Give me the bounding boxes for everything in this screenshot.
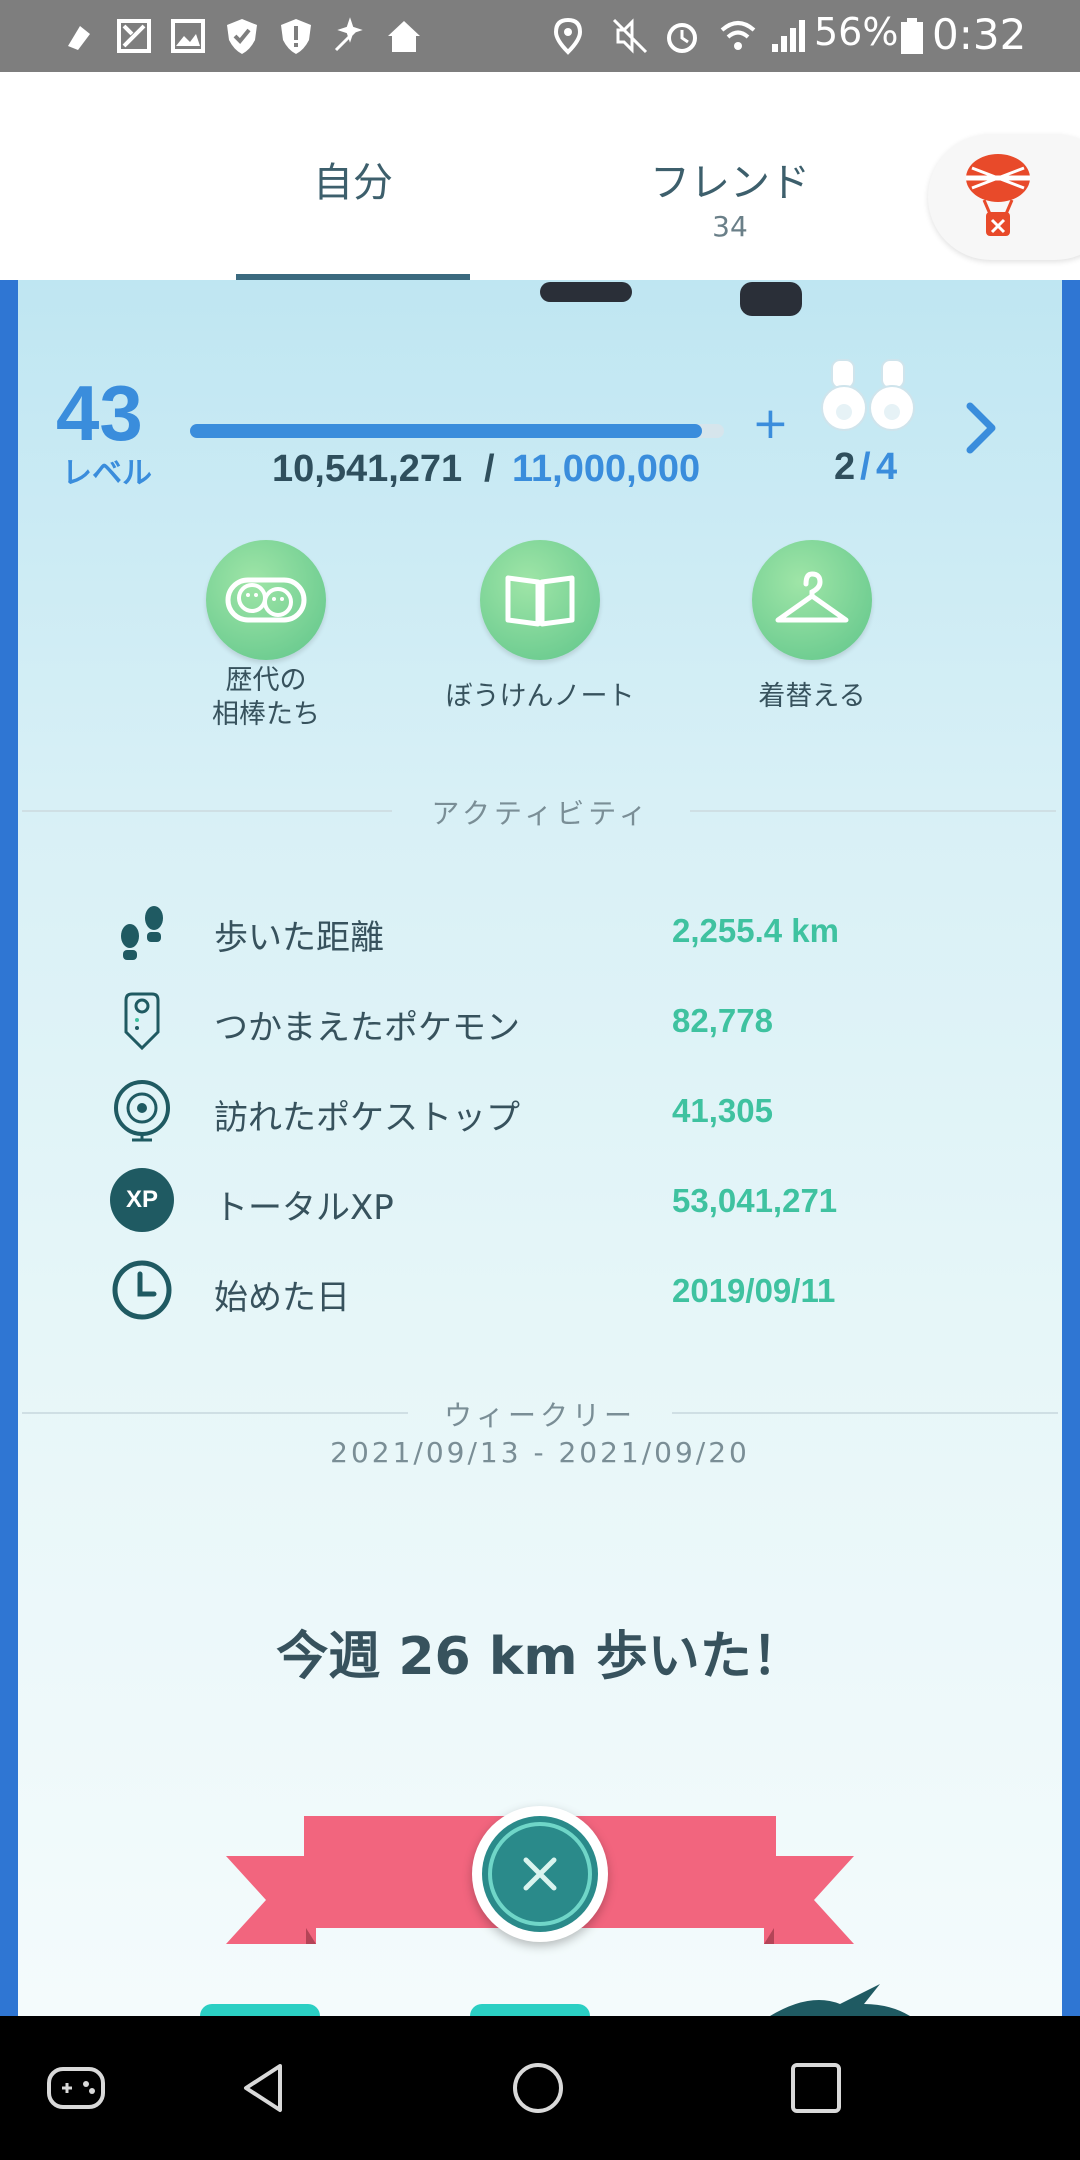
status-bar: 56% 0:32 xyxy=(0,0,1080,72)
buddy-history-label: 歴代の 相棒たち xyxy=(166,664,366,732)
tab-friends[interactable]: フレンド 34 xyxy=(620,72,840,280)
home-button-icon[interactable] xyxy=(510,2060,566,2116)
stat-value-distance: 2,255.4 km xyxy=(672,912,839,949)
journal-button[interactable] xyxy=(480,540,600,660)
xp-progress-fill xyxy=(190,424,702,438)
divider xyxy=(690,810,1056,812)
binoculars-current: 2 xyxy=(834,446,856,488)
weekly-reward-item xyxy=(470,2004,590,2016)
shield-alert-icon xyxy=(281,19,311,54)
level-number: 43 xyxy=(56,369,143,457)
level-label: レベル xyxy=(62,456,152,491)
card-frame-right xyxy=(1062,280,1080,2016)
gamepad-icon[interactable] xyxy=(46,2066,106,2110)
clock: 0:32 xyxy=(932,10,1027,59)
clock-icon xyxy=(112,1260,172,1320)
sparkle-icon xyxy=(334,17,363,52)
weekly-reward-item xyxy=(200,2004,320,2016)
buddies-icon xyxy=(225,577,307,623)
binoculars-icon[interactable] xyxy=(820,356,916,436)
stat-value-start-date: 2019/09/11 xyxy=(672,1272,836,1309)
divider xyxy=(22,810,392,812)
xp-icon: XP xyxy=(110,1168,174,1232)
location-icon xyxy=(553,17,583,55)
stat-label-pokestops: 訪れたポケストップ xyxy=(214,1098,520,1138)
xp-separator: / xyxy=(484,448,495,490)
balloon-button[interactable] xyxy=(928,134,1080,260)
avatar-right-shoe xyxy=(740,282,802,316)
tab-friends-label: フレンド xyxy=(650,160,810,206)
stat-label-distance: 歩いた距離 xyxy=(214,918,384,958)
system-nav-bar xyxy=(0,2016,1080,2160)
footprints-icon xyxy=(121,906,163,960)
pokedex-device-icon xyxy=(124,992,160,1051)
binoculars-separator: / xyxy=(860,446,871,488)
stat-label-total-xp: トータルXP xyxy=(214,1188,394,1228)
weekly-section-title: ウィークリー xyxy=(443,1399,636,1432)
stat-value-total-xp: 53,041,271 xyxy=(672,1182,838,1219)
mute-icon xyxy=(612,18,648,54)
shield-check-icon xyxy=(227,19,257,54)
back-icon[interactable] xyxy=(236,2060,292,2116)
tab-header: 自分 フレンド 34 xyxy=(0,72,1080,280)
binoculars-total: 4 xyxy=(876,446,898,488)
buddy-history-label-line1: 歴代の xyxy=(225,665,307,696)
stat-value-caught: 82,778 xyxy=(672,1002,773,1039)
buddy-history-button[interactable] xyxy=(206,540,326,660)
wifi-icon xyxy=(720,21,756,50)
xp-required: 11,000,000 xyxy=(512,448,701,490)
image-x-icon xyxy=(117,19,151,53)
hanger-icon xyxy=(775,571,849,623)
stat-label-start-date: 始めた日 xyxy=(214,1278,350,1318)
weekly-distance-headline: 今週 26 km 歩いた！ xyxy=(276,1627,804,1687)
divider xyxy=(672,1412,1058,1414)
stat-label-caught: つかまえたポケモン xyxy=(214,1008,520,1048)
stat-value-pokestops: 41,305 xyxy=(672,1092,773,1129)
style-button[interactable] xyxy=(752,540,872,660)
tab-self-label: 自分 xyxy=(313,160,393,206)
avatar-left-shoe xyxy=(540,282,632,302)
activity-section-title: アクティビティ xyxy=(431,797,651,830)
battery-icon xyxy=(901,18,923,54)
usb-debug-icon xyxy=(68,26,90,50)
bird-silhouette-icon xyxy=(770,1984,910,2016)
home-icon xyxy=(388,21,420,52)
chevron-right-icon[interactable] xyxy=(960,400,1000,456)
level-plus-button[interactable]: + xyxy=(752,398,789,449)
pokestop-icon xyxy=(114,1080,170,1142)
signal-icon xyxy=(772,20,805,52)
battery-percent: 56% xyxy=(814,10,899,54)
alarm-icon xyxy=(667,23,697,53)
book-icon xyxy=(505,575,575,627)
weekly-date-range: 2021/09/13 - 2021/09/20 xyxy=(330,1436,750,1469)
close-icon xyxy=(482,1816,598,1932)
xp-icon-text: XP xyxy=(125,1186,158,1213)
recents-icon[interactable] xyxy=(788,2060,844,2116)
card-frame-left xyxy=(0,280,18,2016)
buddy-history-label-line2: 相棒たち xyxy=(212,699,320,730)
friends-count: 34 xyxy=(712,210,748,243)
tab-self[interactable]: 自分 xyxy=(236,72,470,280)
divider xyxy=(22,1412,408,1414)
close-button[interactable] xyxy=(472,1806,608,1942)
gallery-icon xyxy=(171,19,205,53)
balloon-icon xyxy=(966,154,1030,236)
journal-label: ぼうけんノート xyxy=(445,681,635,712)
style-label: 着替える xyxy=(758,681,866,712)
xp-current: 10,541,271 xyxy=(272,448,463,490)
